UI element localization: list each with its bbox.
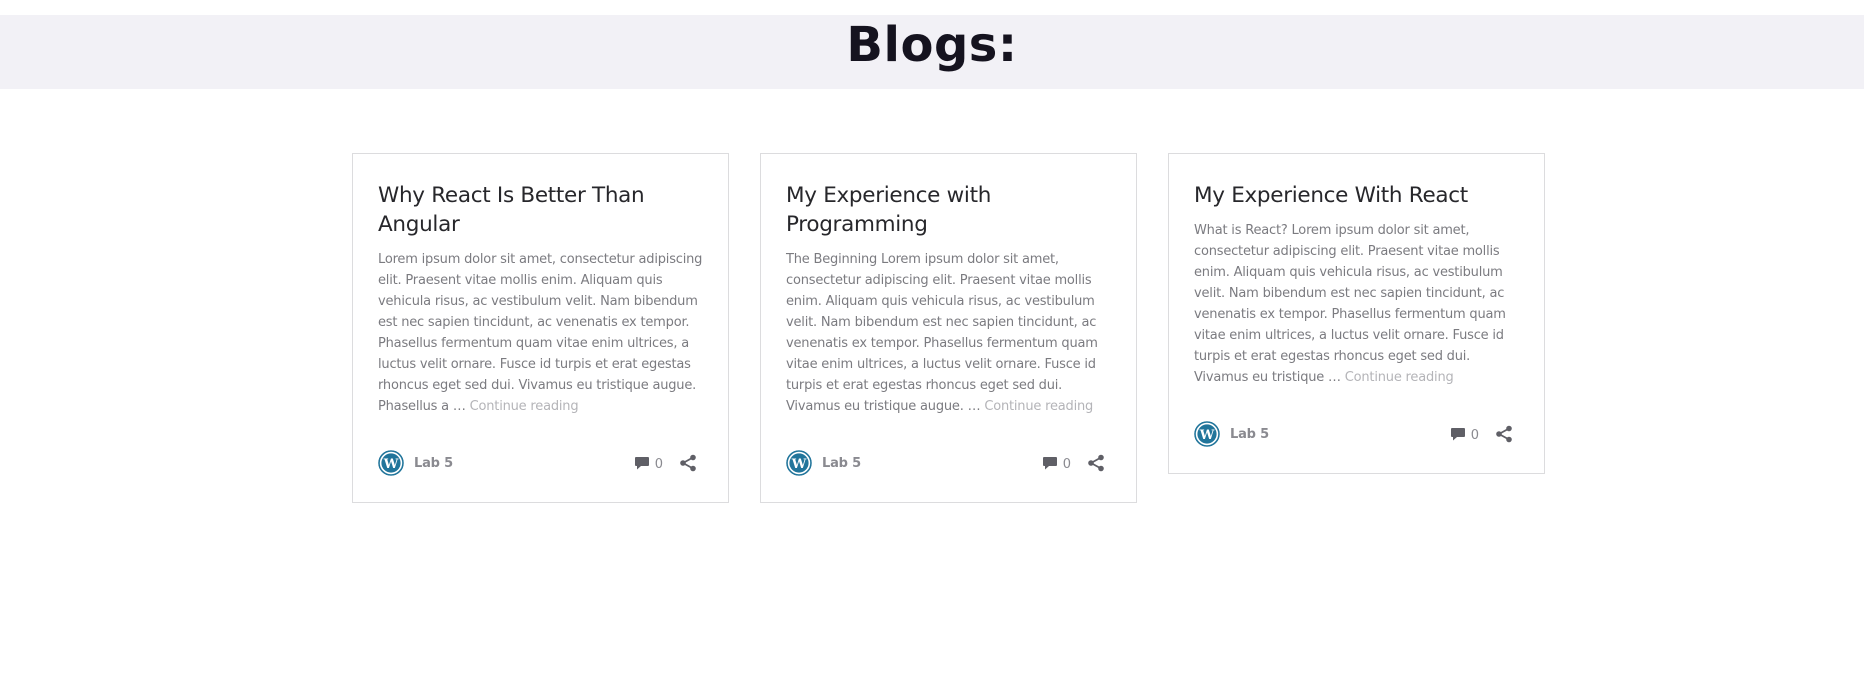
share-button[interactable] — [679, 454, 697, 472]
post-meta: W Lab 5 0 — [1194, 421, 1519, 447]
post-excerpt: Lorem ipsum dolor sit amet, consectetur … — [378, 249, 703, 417]
continue-reading-link[interactable]: Continue reading — [470, 399, 579, 414]
author-name: Lab 5 — [822, 455, 861, 471]
comment-icon — [1450, 428, 1465, 441]
post-actions: 0 — [1450, 425, 1519, 443]
svg-text:W: W — [791, 457, 807, 472]
comments-link[interactable]: 0 — [634, 454, 663, 472]
share-button[interactable] — [1087, 454, 1105, 472]
blog-card-list: Why React Is Better Than Angular Lorem i… — [352, 153, 1545, 503]
continue-reading-link[interactable]: Continue reading — [984, 399, 1093, 414]
share-icon — [1496, 425, 1512, 443]
blog-card: My Experience With React What is React? … — [1168, 153, 1545, 474]
post-meta: W Lab 5 0 — [786, 450, 1111, 476]
wordpress-icon: W — [786, 450, 812, 476]
comments-link[interactable]: 0 — [1450, 425, 1479, 443]
comment-count: 0 — [1470, 428, 1479, 443]
page: Blogs: Why React Is Better Than Angular … — [0, 0, 1864, 694]
post-title-link[interactable]: My Experience With React — [1194, 181, 1519, 210]
post-excerpt-text: Lorem ipsum dolor sit amet, consectetur … — [378, 252, 703, 414]
post-title-link[interactable]: Why React Is Better Than Angular — [378, 181, 703, 239]
post-excerpt: What is React? Lorem ipsum dolor sit ame… — [1194, 220, 1519, 388]
post-author[interactable]: W Lab 5 — [378, 450, 453, 476]
post-excerpt-text: What is React? Lorem ipsum dolor sit ame… — [1194, 223, 1506, 385]
author-name: Lab 5 — [414, 455, 453, 471]
post-excerpt: The Beginning Lorem ipsum dolor sit amet… — [786, 249, 1111, 417]
blog-card: Why React Is Better Than Angular Lorem i… — [352, 153, 729, 503]
post-author[interactable]: W Lab 5 — [1194, 421, 1269, 447]
post-title-link[interactable]: My Experience with Programming — [786, 181, 1111, 239]
blogs-banner: Blogs: — [0, 15, 1864, 89]
comment-count: 0 — [1062, 457, 1071, 472]
wordpress-icon: W — [1194, 421, 1220, 447]
post-actions: 0 — [634, 454, 703, 472]
post-actions: 0 — [1042, 454, 1111, 472]
continue-reading-link[interactable]: Continue reading — [1345, 370, 1454, 385]
comments-link[interactable]: 0 — [1042, 454, 1071, 472]
wordpress-icon: W — [378, 450, 404, 476]
blog-card: My Experience with Programming The Begin… — [760, 153, 1137, 503]
comment-icon — [634, 457, 649, 470]
share-icon — [1088, 454, 1104, 472]
svg-text:W: W — [383, 457, 399, 472]
comment-icon — [1042, 457, 1057, 470]
share-icon — [680, 454, 696, 472]
post-meta: W Lab 5 0 — [378, 450, 703, 476]
post-author[interactable]: W Lab 5 — [786, 450, 861, 476]
page-title: Blogs: — [846, 17, 1018, 73]
comment-count: 0 — [654, 457, 663, 472]
share-button[interactable] — [1495, 425, 1513, 443]
svg-text:W: W — [1199, 428, 1215, 443]
author-name: Lab 5 — [1230, 426, 1269, 442]
post-excerpt-text: The Beginning Lorem ipsum dolor sit amet… — [786, 252, 1098, 414]
